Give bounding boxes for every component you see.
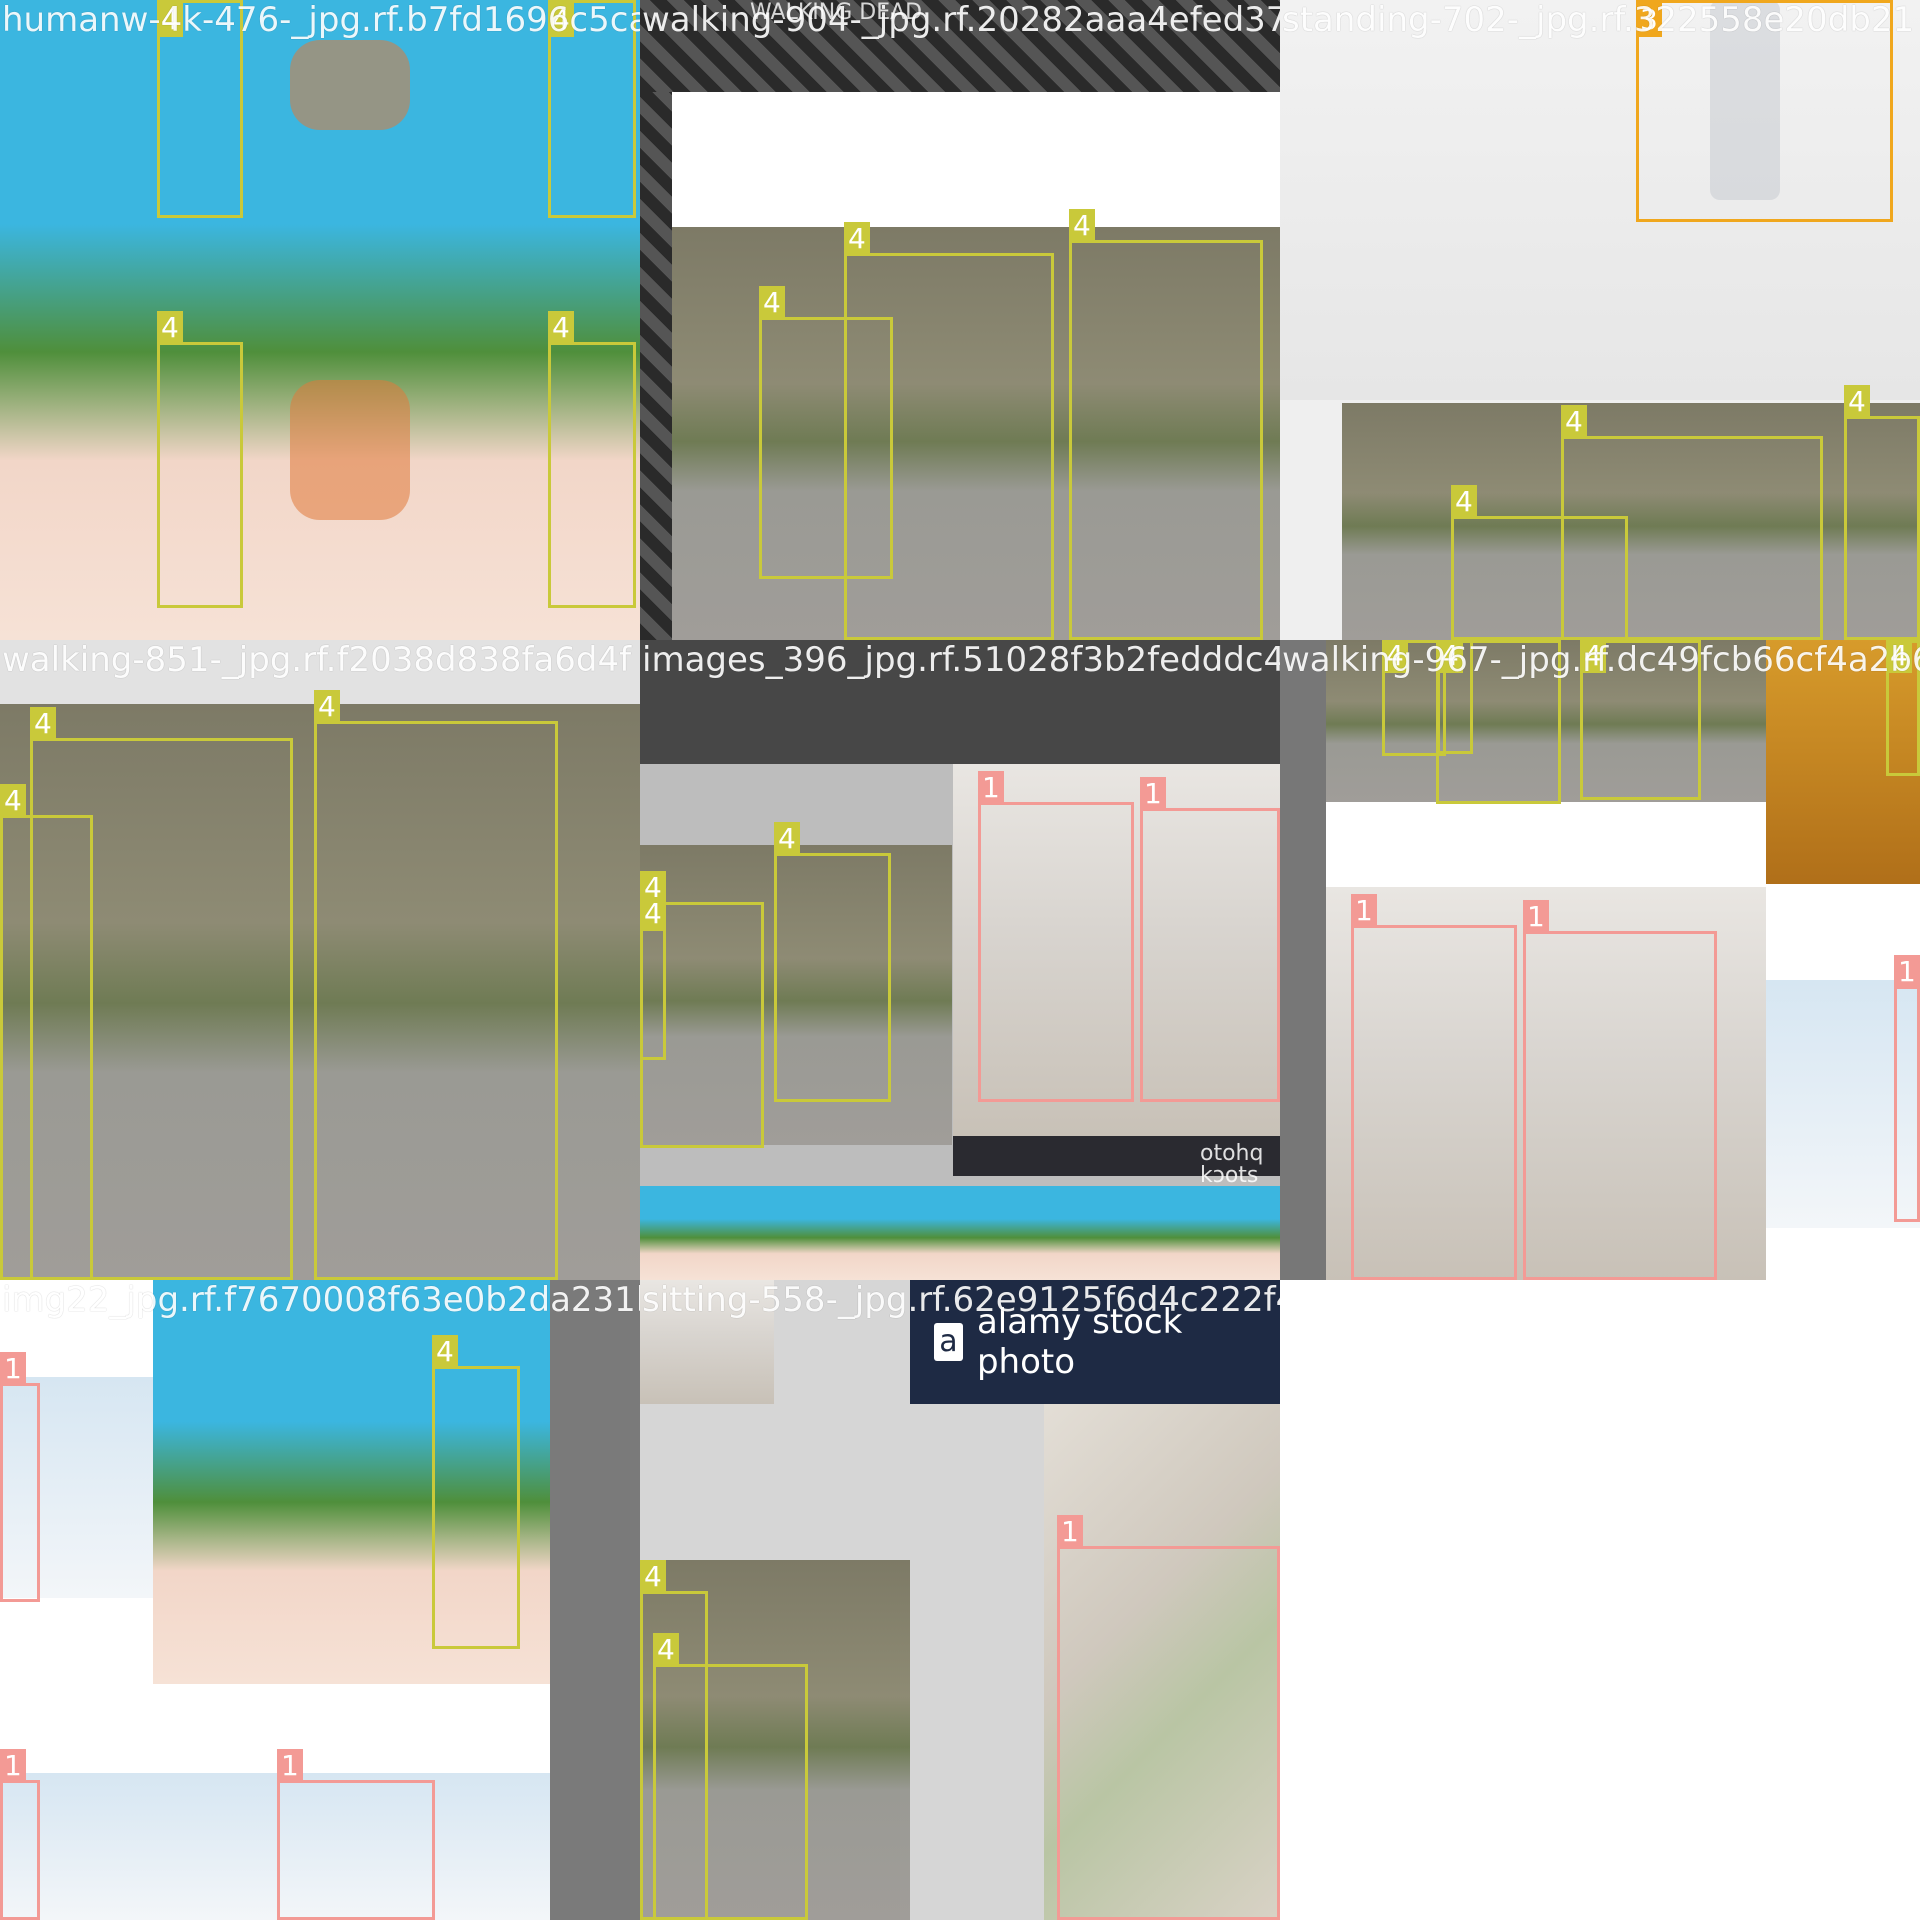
mosaic-tile-5: 4 4 4 otohq kɔots 1 1 images_396_jpg.rf.… xyxy=(640,640,1280,1280)
tile-filename: images_396_jpg.rf.51028f3b2fedddc4056410 xyxy=(642,640,1280,680)
bbox-class-label: 1 xyxy=(978,771,1004,805)
bbox-class-label: 4 xyxy=(432,1335,458,1369)
tile-filename: humanw-4k-476-_jpg.rf.b7fd1696c5caf xyxy=(2,0,640,40)
alamy-logo-icon: a xyxy=(934,1323,963,1361)
bbox-person: 4 xyxy=(432,1335,520,1649)
bbox-person: 4 xyxy=(1844,385,1920,640)
room-photo xyxy=(0,1773,550,1920)
bbox-person: 4 xyxy=(548,311,636,608)
side-strip xyxy=(640,92,672,640)
bbox-class-label: 1 xyxy=(1140,777,1166,811)
gray-edge xyxy=(550,1280,640,1920)
bbox-person: 1 xyxy=(978,771,1134,1102)
car-shape xyxy=(290,380,410,520)
bbox-person: 1 xyxy=(1523,900,1717,1280)
tile-filename: walking-851-_jpg.rf.f2038d838fa6d4f xyxy=(2,640,632,680)
bbox-class-label: 1 xyxy=(1351,894,1377,928)
bbox-class-label: 1 xyxy=(0,1352,26,1386)
gray-edge xyxy=(1280,640,1326,1280)
bbox-person: 1 xyxy=(1351,894,1517,1280)
bbox-class-label: 1 xyxy=(1523,900,1549,934)
bbox-person: 1 xyxy=(277,1749,435,1920)
bbox-person: 4 xyxy=(640,897,666,1060)
bbox-class-label: 4 xyxy=(0,784,26,818)
stock-watermark: otohq kɔots xyxy=(1200,1141,1264,1188)
bbox-class-label: 4 xyxy=(1069,209,1095,243)
bbox-person: 4 xyxy=(30,707,293,1280)
bbox-person: 4 xyxy=(157,311,243,608)
bbox-class-label: 4 xyxy=(157,311,183,345)
bbox-person: 1 xyxy=(0,1352,40,1602)
bbox-class-label: 4 xyxy=(774,822,800,856)
bbox-person: 4 xyxy=(1069,209,1263,640)
mosaic-tile-8: a alamy stock photo 1 4 4 sitting-558-_j… xyxy=(640,1280,1280,1920)
bbox-class-label: 1 xyxy=(277,1749,303,1783)
car-shape xyxy=(290,40,410,130)
bbox-class-label: 4 xyxy=(1561,405,1587,439)
mosaic-tile-4: 4 4 4 walking-851-_jpg.rf.f2038d838fa6d4… xyxy=(0,640,640,1280)
mosaic-tile-2: WALKING DEAD 4 4 4 walking-904-_jpg.rf.2… xyxy=(640,0,1280,640)
bbox-class-label: 1 xyxy=(1057,1515,1083,1549)
bbox-person: 1 xyxy=(0,1749,40,1920)
tile-filename: walking-904-_jpg.rf.20282aaa4efed378a10d xyxy=(642,0,1280,40)
mosaic-tile-6: 4 4 4 4 1 1 1 walking-967-_jpg.rf.dc49fc… xyxy=(1280,640,1920,1280)
tile-filename: standing-702-_jpg.rf.322558e20db21 xyxy=(1282,0,1915,40)
bbox-person: 4 xyxy=(314,690,558,1280)
mosaic-tile-1: 4 4 4 4 humanw-4k-476-_jpg.rf.b7fd1696c5… xyxy=(0,0,640,640)
bbox-person: 1 xyxy=(1140,777,1280,1102)
bbox-class-label: 4 xyxy=(548,311,574,345)
bbox-class-label: 4 xyxy=(640,1560,666,1594)
tile-filename: img22_jpg.rf.f7670008f63e0b2da231b80092 xyxy=(2,1280,640,1320)
bbox-class-label: 4 xyxy=(1451,485,1477,519)
bbox-class-label: 4 xyxy=(314,690,340,724)
mosaic-tile-7: 1 4 1 1 img22_jpg.rf.f7670008f63e0b2da23… xyxy=(0,1280,640,1920)
tile-filename: walking-967-_jpg.rf.dc49fcb66cf4a2b6 xyxy=(1282,640,1920,680)
street-photo xyxy=(640,1186,1280,1280)
bbox-person: 1 xyxy=(1894,955,1920,1222)
bbox-person: 4 xyxy=(653,1633,808,1920)
bbox-class-label: 4 xyxy=(653,1633,679,1667)
tile-filename: sitting-558-_jpg.rf.62e9125f6d4c222f41bd xyxy=(642,1280,1280,1320)
bbox-class-label: 1 xyxy=(0,1749,26,1783)
empty-tile xyxy=(1280,1280,1920,1920)
bbox-class-label: 4 xyxy=(759,286,785,320)
bbox-person: 4 xyxy=(1561,405,1823,640)
bbox-class-label: 4 xyxy=(1844,385,1870,419)
bbox-class-label: 1 xyxy=(1894,955,1920,989)
bbox-class-label: 4 xyxy=(30,707,56,741)
bbox-person: 1 xyxy=(1057,1515,1280,1920)
bbox-class-label: 4 xyxy=(844,222,870,256)
mosaic-tile-3: 3 4 4 4 standing-702-_jpg.rf.322558e20db… xyxy=(1280,0,1920,640)
bbox-class-label: 4 xyxy=(640,897,666,931)
bbox-person: 4 xyxy=(774,822,891,1102)
bbox-person: 4 xyxy=(844,222,1054,640)
